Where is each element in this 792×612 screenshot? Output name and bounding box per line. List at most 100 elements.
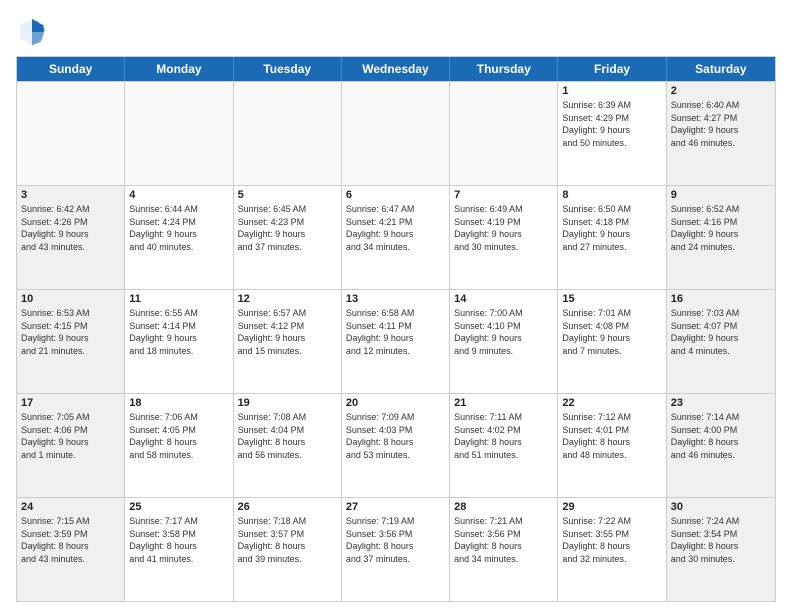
table-row: 29 Sunrise: 7:22 AM Sunset: 3:55 PM Dayli… [558, 498, 666, 601]
day-number: 20 [346, 397, 445, 409]
page-header [16, 16, 776, 48]
daylight-hours: Sunrise: 6:47 AM Sunset: 4:21 PM Dayligh… [346, 203, 445, 253]
table-row: 10 Sunrise: 6:53 AM Sunset: 4:15 PM Dayli… [17, 290, 125, 393]
table-row: 22 Sunrise: 7:12 AM Sunset: 4:01 PM Dayli… [558, 394, 666, 497]
table-row: 7Sunrise: 6:49 AM Sunset: 4:19 PM Daylig… [450, 186, 558, 289]
day-number: 15 [562, 293, 661, 305]
daylight-hours: Sunrise: 7:12 AM Sunset: 4:01 PM Dayligh… [562, 411, 661, 461]
daylight-hours: Sunrise: 7:08 AM Sunset: 4:04 PM Dayligh… [238, 411, 337, 461]
daylight-hours: Sunrise: 7:17 AM Sunset: 3:58 PM Dayligh… [129, 515, 228, 565]
daylight-hours: Sunrise: 7:00 AM Sunset: 4:10 PM Dayligh… [454, 307, 553, 357]
day-number: 6 [346, 189, 445, 201]
table-row: 1Sunrise: 6:39 AM Sunset: 4:29 PM Daylig… [558, 82, 666, 185]
table-row: 26 Sunrise: 7:18 AM Sunset: 3:57 PM Dayli… [234, 498, 342, 601]
table-row: 16 Sunrise: 7:03 AM Sunset: 4:07 PM Dayli… [667, 290, 775, 393]
day-number: 21 [454, 397, 553, 409]
daylight-hours: Sunrise: 7:01 AM Sunset: 4:08 PM Dayligh… [562, 307, 661, 357]
calendar-week-3: 17Sunrise: 7:05 AM Sunset: 4:06 PM Dayli… [17, 393, 775, 497]
daylight-hours: Sunrise: 7:03 AM Sunset: 4:07 PM Dayligh… [671, 307, 771, 357]
daylight-hours: Sunrise: 7:06 AM Sunset: 4:05 PM Dayligh… [129, 411, 228, 461]
table-row [125, 82, 233, 185]
day-number: 5 [238, 189, 337, 201]
calendar: SundayMondayTuesdayWednesdayThursdayFrid… [16, 56, 776, 602]
daylight-hours: Sunrise: 6:44 AM Sunset: 4:24 PM Dayligh… [129, 203, 228, 253]
calendar-header-friday: Friday [558, 57, 666, 81]
day-number: 18 [129, 397, 228, 409]
table-row: 11Sunrise: 6:55 AM Sunset: 4:14 PM Dayli… [125, 290, 233, 393]
table-row: 24 Sunrise: 7:15 AM Sunset: 3:59 PM Dayli… [17, 498, 125, 601]
day-number: 8 [562, 189, 661, 201]
daylight-hours: Sunrise: 6:45 AM Sunset: 4:23 PM Dayligh… [238, 203, 337, 253]
table-row: 23 Sunrise: 7:14 AM Sunset: 4:00 PM Dayli… [667, 394, 775, 497]
day-number: 16 [671, 293, 771, 305]
table-row [450, 82, 558, 185]
table-row: 19 Sunrise: 7:08 AM Sunset: 4:04 PM Dayli… [234, 394, 342, 497]
calendar-header-thursday: Thursday [450, 57, 558, 81]
table-row: 12 Sunrise: 6:57 AM Sunset: 4:12 PM Dayli… [234, 290, 342, 393]
day-number: 14 [454, 293, 553, 305]
calendar-header-monday: Monday [125, 57, 233, 81]
table-row: 20 Sunrise: 7:09 AM Sunset: 4:03 PM Dayli… [342, 394, 450, 497]
day-number: 13 [346, 293, 445, 305]
calendar-body: 1Sunrise: 6:39 AM Sunset: 4:29 PM Daylig… [17, 81, 775, 601]
daylight-hours: Sunrise: 7:09 AM Sunset: 4:03 PM Dayligh… [346, 411, 445, 461]
daylight-hours: Sunrise: 6:57 AM Sunset: 4:12 PM Dayligh… [238, 307, 337, 357]
daylight-hours: Sunrise: 6:40 AM Sunset: 4:27 PM Dayligh… [671, 99, 771, 149]
table-row: 8 Sunrise: 6:50 AM Sunset: 4:18 PM Daylig… [558, 186, 666, 289]
table-row: 3Sunrise: 6:42 AM Sunset: 4:26 PM Daylig… [17, 186, 125, 289]
day-number: 7 [454, 189, 553, 201]
day-number: 30 [671, 501, 771, 513]
daylight-hours: Sunrise: 6:39 AM Sunset: 4:29 PM Dayligh… [562, 99, 661, 149]
day-number: 11 [129, 293, 228, 305]
day-number: 24 [21, 501, 120, 513]
calendar-header-sunday: Sunday [17, 57, 125, 81]
daylight-hours: Sunrise: 7:18 AM Sunset: 3:57 PM Dayligh… [238, 515, 337, 565]
daylight-hours: Sunrise: 7:22 AM Sunset: 3:55 PM Dayligh… [562, 515, 661, 565]
day-number: 19 [238, 397, 337, 409]
table-row: 17Sunrise: 7:05 AM Sunset: 4:06 PM Dayli… [17, 394, 125, 497]
daylight-hours: Sunrise: 6:58 AM Sunset: 4:11 PM Dayligh… [346, 307, 445, 357]
calendar-week-1: 3Sunrise: 6:42 AM Sunset: 4:26 PM Daylig… [17, 185, 775, 289]
day-number: 23 [671, 397, 771, 409]
table-row: 27 Sunrise: 7:19 AM Sunset: 3:56 PM Dayli… [342, 498, 450, 601]
day-number: 29 [562, 501, 661, 513]
table-row: 4 Sunrise: 6:44 AM Sunset: 4:24 PM Daylig… [125, 186, 233, 289]
day-number: 4 [129, 189, 228, 201]
day-number: 10 [21, 293, 120, 305]
calendar-header-wednesday: Wednesday [342, 57, 450, 81]
table-row: 21 Sunrise: 7:11 AM Sunset: 4:02 PM Dayli… [450, 394, 558, 497]
table-row: 13 Sunrise: 6:58 AM Sunset: 4:11 PM Dayli… [342, 290, 450, 393]
table-row: 18 Sunrise: 7:06 AM Sunset: 4:05 PM Dayli… [125, 394, 233, 497]
table-row: 14 Sunrise: 7:00 AM Sunset: 4:10 PM Dayli… [450, 290, 558, 393]
day-number: 3 [21, 189, 120, 201]
day-number: 25 [129, 501, 228, 513]
calendar-header-tuesday: Tuesday [234, 57, 342, 81]
daylight-hours: Sunrise: 7:21 AM Sunset: 3:56 PM Dayligh… [454, 515, 553, 565]
calendar-header-row: SundayMondayTuesdayWednesdayThursdayFrid… [17, 57, 775, 81]
table-row: 6 Sunrise: 6:47 AM Sunset: 4:21 PM Daylig… [342, 186, 450, 289]
table-row [234, 82, 342, 185]
table-row: 9Sunrise: 6:52 AM Sunset: 4:16 PM Daylig… [667, 186, 775, 289]
daylight-hours: Sunrise: 7:05 AM Sunset: 4:06 PM Dayligh… [21, 411, 120, 461]
table-row: 28 Sunrise: 7:21 AM Sunset: 3:56 PM Dayli… [450, 498, 558, 601]
calendar-week-2: 10 Sunrise: 6:53 AM Sunset: 4:15 PM Dayli… [17, 289, 775, 393]
table-row: 15 Sunrise: 7:01 AM Sunset: 4:08 PM Dayli… [558, 290, 666, 393]
daylight-hours: Sunrise: 6:53 AM Sunset: 4:15 PM Dayligh… [21, 307, 120, 357]
daylight-hours: Sunrise: 7:11 AM Sunset: 4:02 PM Dayligh… [454, 411, 553, 461]
daylight-hours: Sunrise: 7:19 AM Sunset: 3:56 PM Dayligh… [346, 515, 445, 565]
day-number: 22 [562, 397, 661, 409]
daylight-hours: Sunrise: 7:14 AM Sunset: 4:00 PM Dayligh… [671, 411, 771, 461]
day-number: 26 [238, 501, 337, 513]
day-number: 28 [454, 501, 553, 513]
daylight-hours: Sunrise: 7:24 AM Sunset: 3:54 PM Dayligh… [671, 515, 771, 565]
day-number: 9 [671, 189, 771, 201]
calendar-week-0: 1Sunrise: 6:39 AM Sunset: 4:29 PM Daylig… [17, 81, 775, 185]
table-row [17, 82, 125, 185]
calendar-header-saturday: Saturday [667, 57, 775, 81]
table-row [342, 82, 450, 185]
daylight-hours: Sunrise: 7:15 AM Sunset: 3:59 PM Dayligh… [21, 515, 120, 565]
table-row: 30 Sunrise: 7:24 AM Sunset: 3:54 PM Dayli… [667, 498, 775, 601]
day-number: 27 [346, 501, 445, 513]
day-number: 12 [238, 293, 337, 305]
daylight-hours: Sunrise: 6:50 AM Sunset: 4:18 PM Dayligh… [562, 203, 661, 253]
